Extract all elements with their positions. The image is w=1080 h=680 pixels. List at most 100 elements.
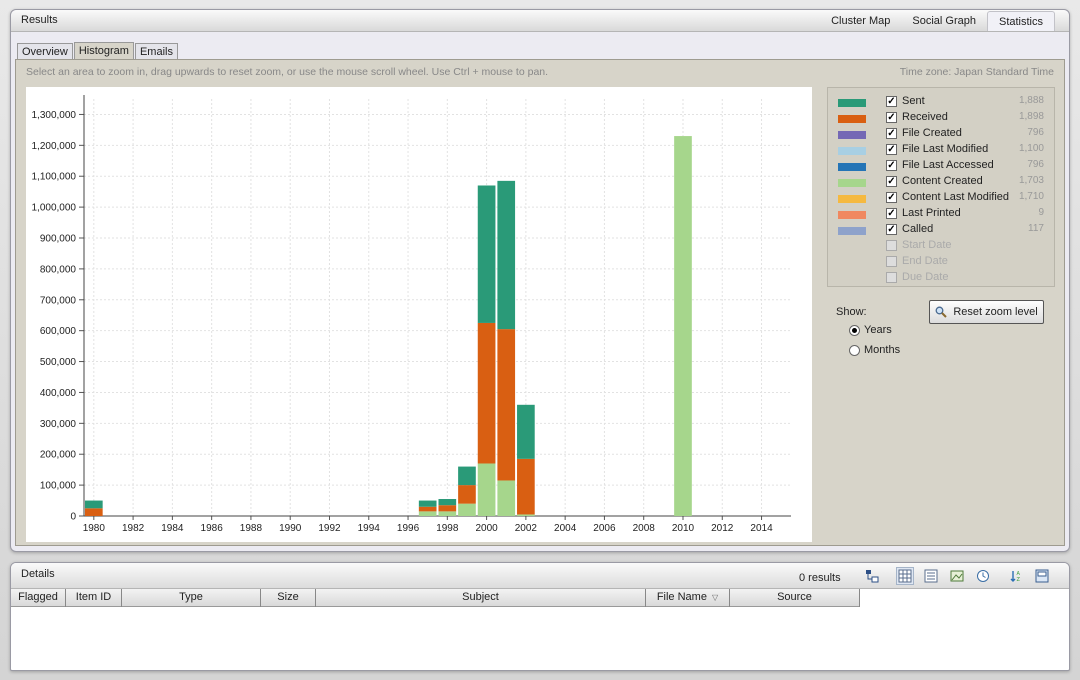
legend-checkbox[interactable]: ✓ (886, 128, 897, 139)
table-view-icon[interactable] (896, 567, 914, 585)
timezone-label: Time zone: Japan Standard Time (899, 66, 1054, 78)
y-tick-label: 200,000 (40, 450, 77, 461)
bar-segment-1997 (418, 511, 437, 516)
legend-checkbox[interactable]: ✓ (886, 96, 897, 107)
bar-segment-1999 (458, 466, 476, 486)
x-tick-label: 1980 (83, 523, 106, 534)
legend-checkbox[interactable]: ✓ (886, 224, 897, 235)
legend-checkbox[interactable]: ✓ (886, 144, 897, 155)
legend-item[interactable]: ✓ Content Created 1,703 (828, 175, 1054, 191)
reset-zoom-button[interactable]: Reset zoom level (929, 300, 1044, 324)
radio-months[interactable]: Months (849, 344, 900, 358)
y-tick-label: 1,200,000 (32, 141, 77, 152)
radio-button[interactable] (849, 344, 860, 356)
y-tick-label: 900,000 (40, 234, 77, 245)
bar-segment-2010 (674, 136, 692, 517)
legend-count: 1,710 (1018, 191, 1044, 202)
column-type[interactable]: Type (122, 589, 261, 607)
x-tick-label: 2000 (475, 523, 498, 534)
y-tick-label: 100,000 (40, 481, 77, 492)
tab-cluster-map[interactable]: Cluster Map (820, 11, 901, 31)
zoom-hint: Select an area to zoom in, drag upwards … (26, 66, 549, 78)
timeline-view-icon[interactable] (974, 567, 992, 585)
legend-checkbox[interactable]: ✓ (886, 192, 897, 203)
results-panel: Results Cluster Map Social Graph Statist… (10, 9, 1070, 552)
reset-zoom-label: Reset zoom level (953, 306, 1038, 318)
x-tick-label: 2008 (633, 523, 656, 534)
legend-label: Due Date (902, 271, 949, 283)
legend-swatch (838, 99, 866, 107)
export-icon[interactable] (1033, 567, 1051, 585)
tab-statistics[interactable]: Statistics (986, 11, 1055, 31)
svg-text:Z: Z (1017, 577, 1021, 583)
y-tick-label: 500,000 (40, 357, 77, 368)
x-tick-label: 1996 (397, 523, 420, 534)
filter-icon[interactable]: ▽ (712, 593, 718, 602)
legend-item[interactable]: ✓ File Created 796 (828, 127, 1054, 143)
radio-years-label: Years (864, 324, 892, 336)
results-header: Results Cluster Map Social Graph Statist… (11, 10, 1069, 32)
top-tabs: Cluster Map Social Graph Statistics (820, 11, 1055, 31)
legend-checkbox[interactable]: ✓ (886, 208, 897, 219)
legend-label: Content Created (902, 175, 983, 187)
legend-swatch (838, 115, 866, 123)
column-item-id[interactable]: Item ID (66, 589, 122, 607)
bar-segment-2002 (517, 458, 535, 515)
legend-count: 9 (1038, 207, 1044, 218)
y-tick-label: 700,000 (40, 295, 77, 306)
legend-swatch (838, 163, 866, 171)
list-view-icon[interactable] (922, 567, 940, 585)
x-tick-label: 1984 (161, 523, 184, 534)
legend-swatch (838, 211, 866, 219)
legend-checkbox[interactable]: ✓ (886, 160, 897, 171)
legend-item[interactable]: ✓ Content Last Modified 1,710 (828, 191, 1054, 207)
legend-checkbox[interactable]: ✓ (886, 112, 897, 123)
y-tick-label: 300,000 (40, 419, 77, 430)
x-tick-label: 1990 (279, 523, 302, 534)
legend-item[interactable]: ✓ Sent 1,888 (828, 95, 1054, 111)
column-flagged[interactable]: Flagged (11, 589, 66, 607)
histogram-svg[interactable]: 0 100,000 200,000 300,000 400,000 500,000 600,… (26, 87, 812, 542)
legend-swatch (838, 179, 866, 187)
details-title: Details (21, 568, 55, 580)
y-tick-label: 800,000 (40, 264, 77, 275)
thumbnail-view-icon[interactable] (948, 567, 966, 585)
column-source[interactable]: Source (730, 589, 860, 607)
sort-icon[interactable]: AZ (1007, 567, 1025, 585)
hierarchy-view-icon[interactable] (863, 567, 881, 585)
legend-item[interactable]: ✓ File Last Modified 1,100 (828, 143, 1054, 159)
legend-item[interactable]: ✓ Last Printed 9 (828, 207, 1054, 223)
bar-segment-2002 (517, 404, 535, 459)
bar-segment-1998 (438, 499, 457, 506)
legend-item[interactable]: End Date (828, 255, 1054, 271)
legend-swatch (838, 195, 866, 203)
legend-item[interactable]: Due Date (828, 271, 1054, 287)
legend-label: File Last Modified (902, 143, 989, 155)
column-size[interactable]: Size (261, 589, 316, 607)
results-count: 0 results (799, 572, 841, 584)
bar-segment-1997 (418, 500, 437, 507)
results-title: Results (21, 14, 58, 26)
bar-segment-1998 (438, 505, 457, 512)
legend-label: Start Date (902, 239, 952, 251)
radio-years[interactable]: Years (849, 324, 892, 338)
legend-checkbox[interactable]: ✓ (886, 176, 897, 187)
tab-social-graph[interactable]: Social Graph (901, 11, 987, 31)
legend-checkbox (886, 240, 897, 251)
legend-item[interactable]: ✓ Called 117 (828, 223, 1054, 239)
legend-item[interactable]: ✓ File Last Accessed 796 (828, 159, 1054, 175)
tab-histogram[interactable]: Histogram (73, 42, 134, 60)
legend-item[interactable]: Start Date (828, 239, 1054, 255)
legend-label: Sent (902, 95, 925, 107)
magnifier-icon (935, 306, 948, 318)
x-tick-label: 2002 (515, 523, 538, 534)
column-subject[interactable]: Subject (316, 589, 646, 607)
legend-label: Called (902, 223, 934, 235)
column-file-name[interactable]: File Name ▽ (646, 589, 730, 607)
x-tick-label: 2006 (593, 523, 616, 534)
histogram-chart[interactable]: 0 100,000 200,000 300,000 400,000 500,000 600,… (26, 87, 812, 542)
x-tick-label: 1998 (436, 523, 459, 534)
legend-item[interactable]: ✓ Received 1,898 (828, 111, 1054, 127)
radio-button[interactable] (849, 324, 860, 336)
legend-count: 1,703 (1018, 175, 1044, 186)
